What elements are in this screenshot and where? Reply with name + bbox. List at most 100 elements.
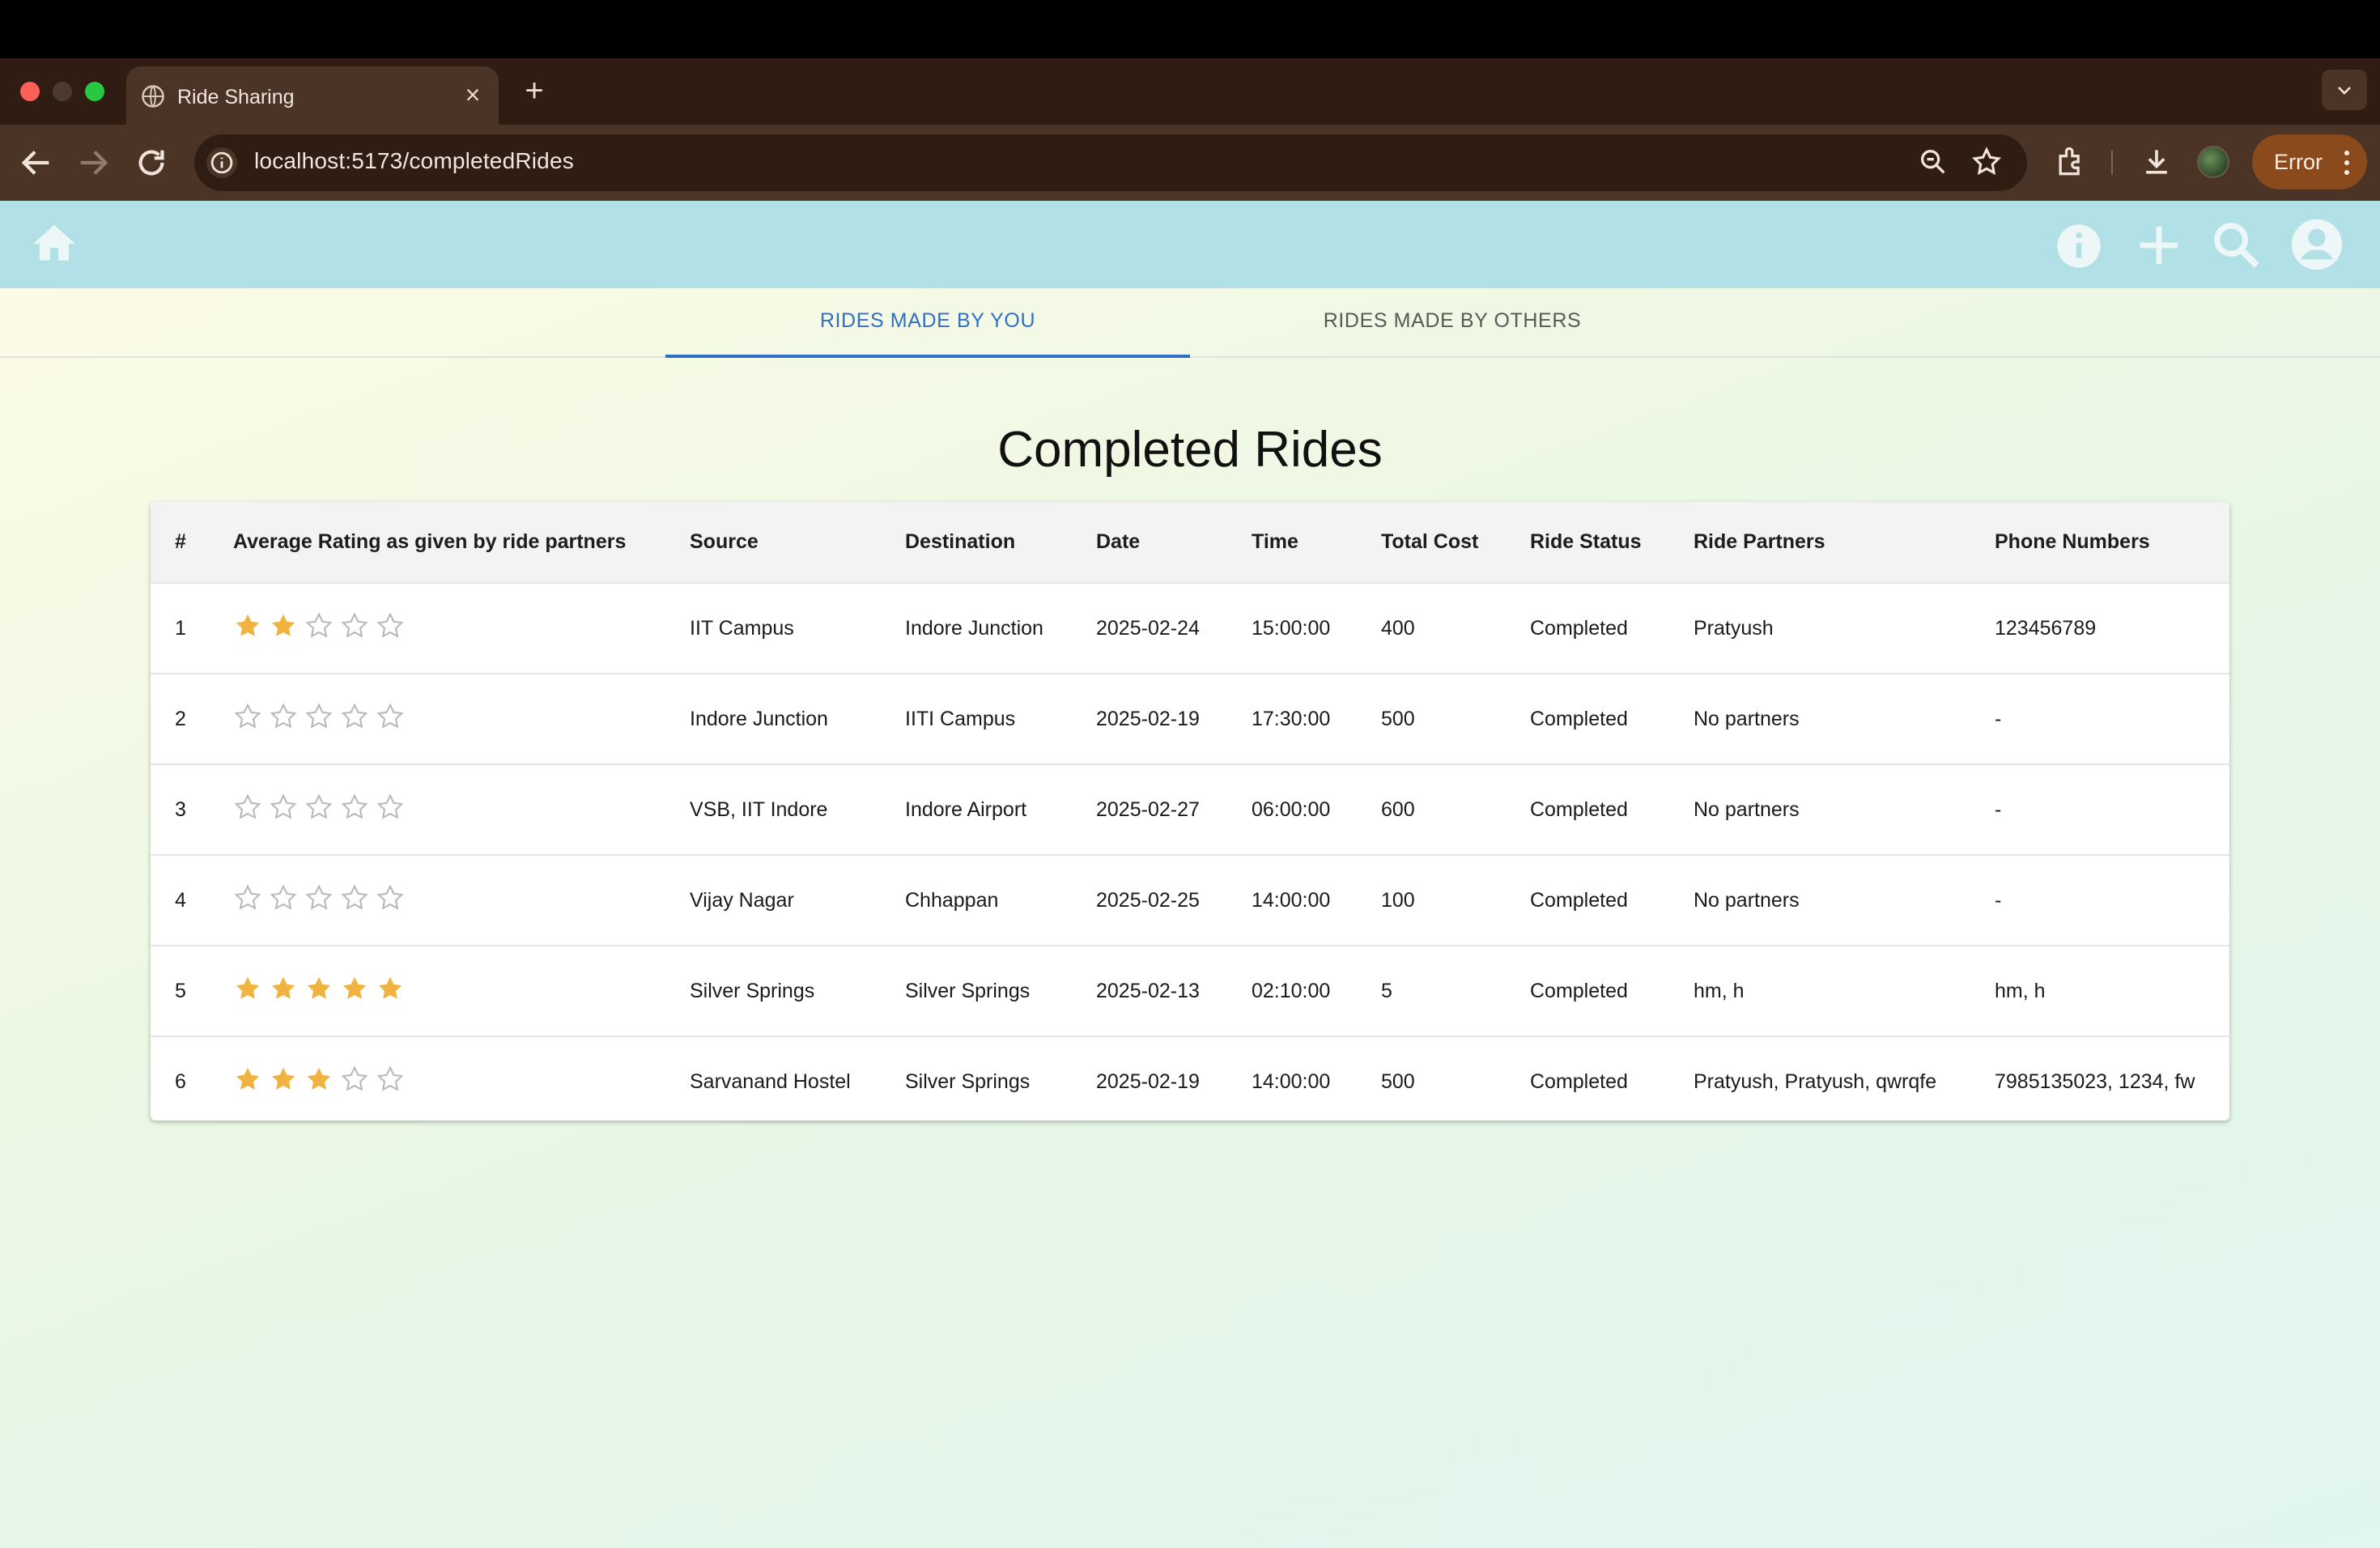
table-row: 3 VSB, IIT Indore Indore Airport 2025-02-27…	[151, 764, 2229, 855]
star-filled-icon	[307, 1067, 331, 1090]
site-info-button[interactable]	[206, 147, 237, 178]
star-empty-icon	[376, 883, 404, 910]
window-zoom-button[interactable]	[85, 82, 104, 101]
cell-status: Completed	[1530, 707, 1628, 730]
add-icon[interactable]	[2134, 220, 2184, 270]
header-date: Date	[1096, 530, 1141, 553]
cell-destination: Silver Springs	[905, 1070, 1031, 1093]
header-ride-partners: Ride Partners	[1694, 530, 1825, 553]
tab-title: Ride Sharing	[177, 86, 295, 108]
reload-icon[interactable]	[133, 144, 170, 181]
browser-tab[interactable]: Ride Sharing ×	[126, 66, 499, 125]
page-content: RIDES MADE BY YOU RIDES MADE BY OTHERS C…	[0, 201, 2380, 1548]
info-icon[interactable]	[2053, 220, 2105, 272]
os-top-strip	[0, 0, 2380, 58]
rating-cell	[233, 764, 690, 855]
star-empty-icon	[376, 1065, 404, 1091]
rating-cell	[233, 674, 690, 764]
header-total-cost: Total Cost	[1381, 530, 1479, 553]
star-rating	[233, 793, 405, 822]
cell-source: Indore Junction	[690, 707, 828, 730]
cell-partners: No partners	[1694, 797, 1800, 821]
cell-time: 06:00:00	[1252, 797, 1331, 821]
back-icon[interactable]	[18, 144, 55, 181]
tab-search-button[interactable]	[2322, 70, 2367, 110]
profile-avatar[interactable]	[2197, 146, 2229, 178]
star-empty-icon	[341, 883, 368, 910]
tab-rides-made-by-others[interactable]: RIDES MADE BY OTHERS	[1190, 288, 1715, 358]
table-row: 4 Vijay Nagar Chhappan 2025-02-25 14:00:00 10…	[151, 855, 2229, 946]
cell-time: 17:30:00	[1252, 707, 1331, 730]
star-filled-icon	[236, 1067, 260, 1090]
cell-destination: Chhappan	[905, 888, 999, 912]
cell-status: Completed	[1530, 888, 1628, 912]
new-tab-button[interactable]: +	[518, 73, 550, 108]
window-minimize-button[interactable]	[53, 82, 72, 101]
star-rating	[233, 1065, 405, 1094]
cell-source: Vijay Nagar	[690, 888, 794, 912]
cell-partners: Pratyush, Pratyush, qwrqfe	[1694, 1070, 1937, 1093]
star-empty-icon	[234, 793, 261, 819]
zoom-icon[interactable]	[1917, 146, 1949, 178]
table-row: 2 Indore Junction IITI Campus 2025-02-19 17:…	[151, 674, 2229, 764]
download-icon[interactable]	[2139, 144, 2174, 180]
cell-destination: Indore Junction	[905, 616, 1043, 640]
star-filled-icon	[342, 976, 367, 999]
error-label: Error	[2274, 150, 2323, 174]
star-empty-icon	[376, 793, 404, 819]
star-empty-icon	[376, 702, 404, 729]
star-rating	[233, 883, 405, 912]
star-rating	[233, 974, 405, 1003]
cell-cost: 500	[1381, 1070, 1415, 1093]
tab-close-icon[interactable]: ×	[458, 81, 487, 110]
globe-icon	[142, 85, 164, 108]
cell-num: 6	[175, 1070, 186, 1093]
star-rating	[233, 702, 405, 731]
chevron-down-icon	[2338, 87, 2351, 95]
cell-source: VSB, IIT Indore	[690, 797, 828, 821]
header-rating: Average Rating as given by ride partners	[233, 530, 627, 553]
cell-cost: 600	[1381, 797, 1415, 821]
rating-cell	[233, 946, 690, 1036]
star-empty-icon	[376, 611, 404, 638]
app-bar	[0, 201, 2380, 288]
search-icon[interactable]	[2210, 219, 2263, 272]
cell-cost: 5	[1381, 979, 1392, 1002]
header-number: #	[175, 530, 186, 553]
star-empty-icon	[270, 883, 297, 910]
cell-num: 1	[175, 616, 186, 640]
url-text[interactable]: localhost:5173/completedRides	[254, 148, 574, 174]
account-icon[interactable]	[2289, 217, 2344, 272]
cell-destination: Indore Airport	[905, 797, 1027, 821]
cell-time: 14:00:00	[1252, 888, 1331, 912]
tab-rides-made-by-you[interactable]: RIDES MADE BY YOU	[665, 288, 1190, 358]
profile-error-button[interactable]: Error	[2252, 134, 2367, 189]
bookmark-star-icon[interactable]	[1970, 146, 2003, 178]
cell-status: Completed	[1530, 979, 1628, 1002]
star-empty-icon	[270, 702, 297, 729]
star-empty-icon	[305, 793, 333, 819]
star-filled-icon	[236, 614, 260, 636]
star-empty-icon	[341, 1065, 368, 1091]
cell-partners: No partners	[1694, 888, 1800, 912]
cell-date: 2025-02-13	[1096, 979, 1200, 1002]
cell-partners: hm, h	[1694, 979, 1745, 1002]
extensions-icon[interactable]	[2053, 144, 2089, 180]
window-close-button[interactable]	[20, 82, 40, 101]
star-filled-icon	[271, 976, 295, 999]
home-icon[interactable]	[28, 219, 81, 269]
star-empty-icon	[341, 702, 368, 729]
star-empty-icon	[234, 883, 261, 910]
info-icon	[210, 151, 233, 174]
cell-status: Completed	[1530, 616, 1628, 640]
star-empty-icon	[305, 883, 333, 910]
cell-partners: No partners	[1694, 707, 1800, 730]
cell-status: Completed	[1530, 1070, 1628, 1093]
page-title: Completed Rides	[997, 422, 1383, 478]
cell-phones: hm, h	[1995, 979, 2046, 1002]
cell-num: 4	[175, 888, 186, 912]
table-row: 5 Silver Springs Silver Springs 2025-02-13 0…	[151, 946, 2229, 1036]
more-vert-icon	[2344, 151, 2349, 175]
forward-icon[interactable]	[74, 144, 112, 181]
header-destination: Destination	[905, 530, 1016, 553]
